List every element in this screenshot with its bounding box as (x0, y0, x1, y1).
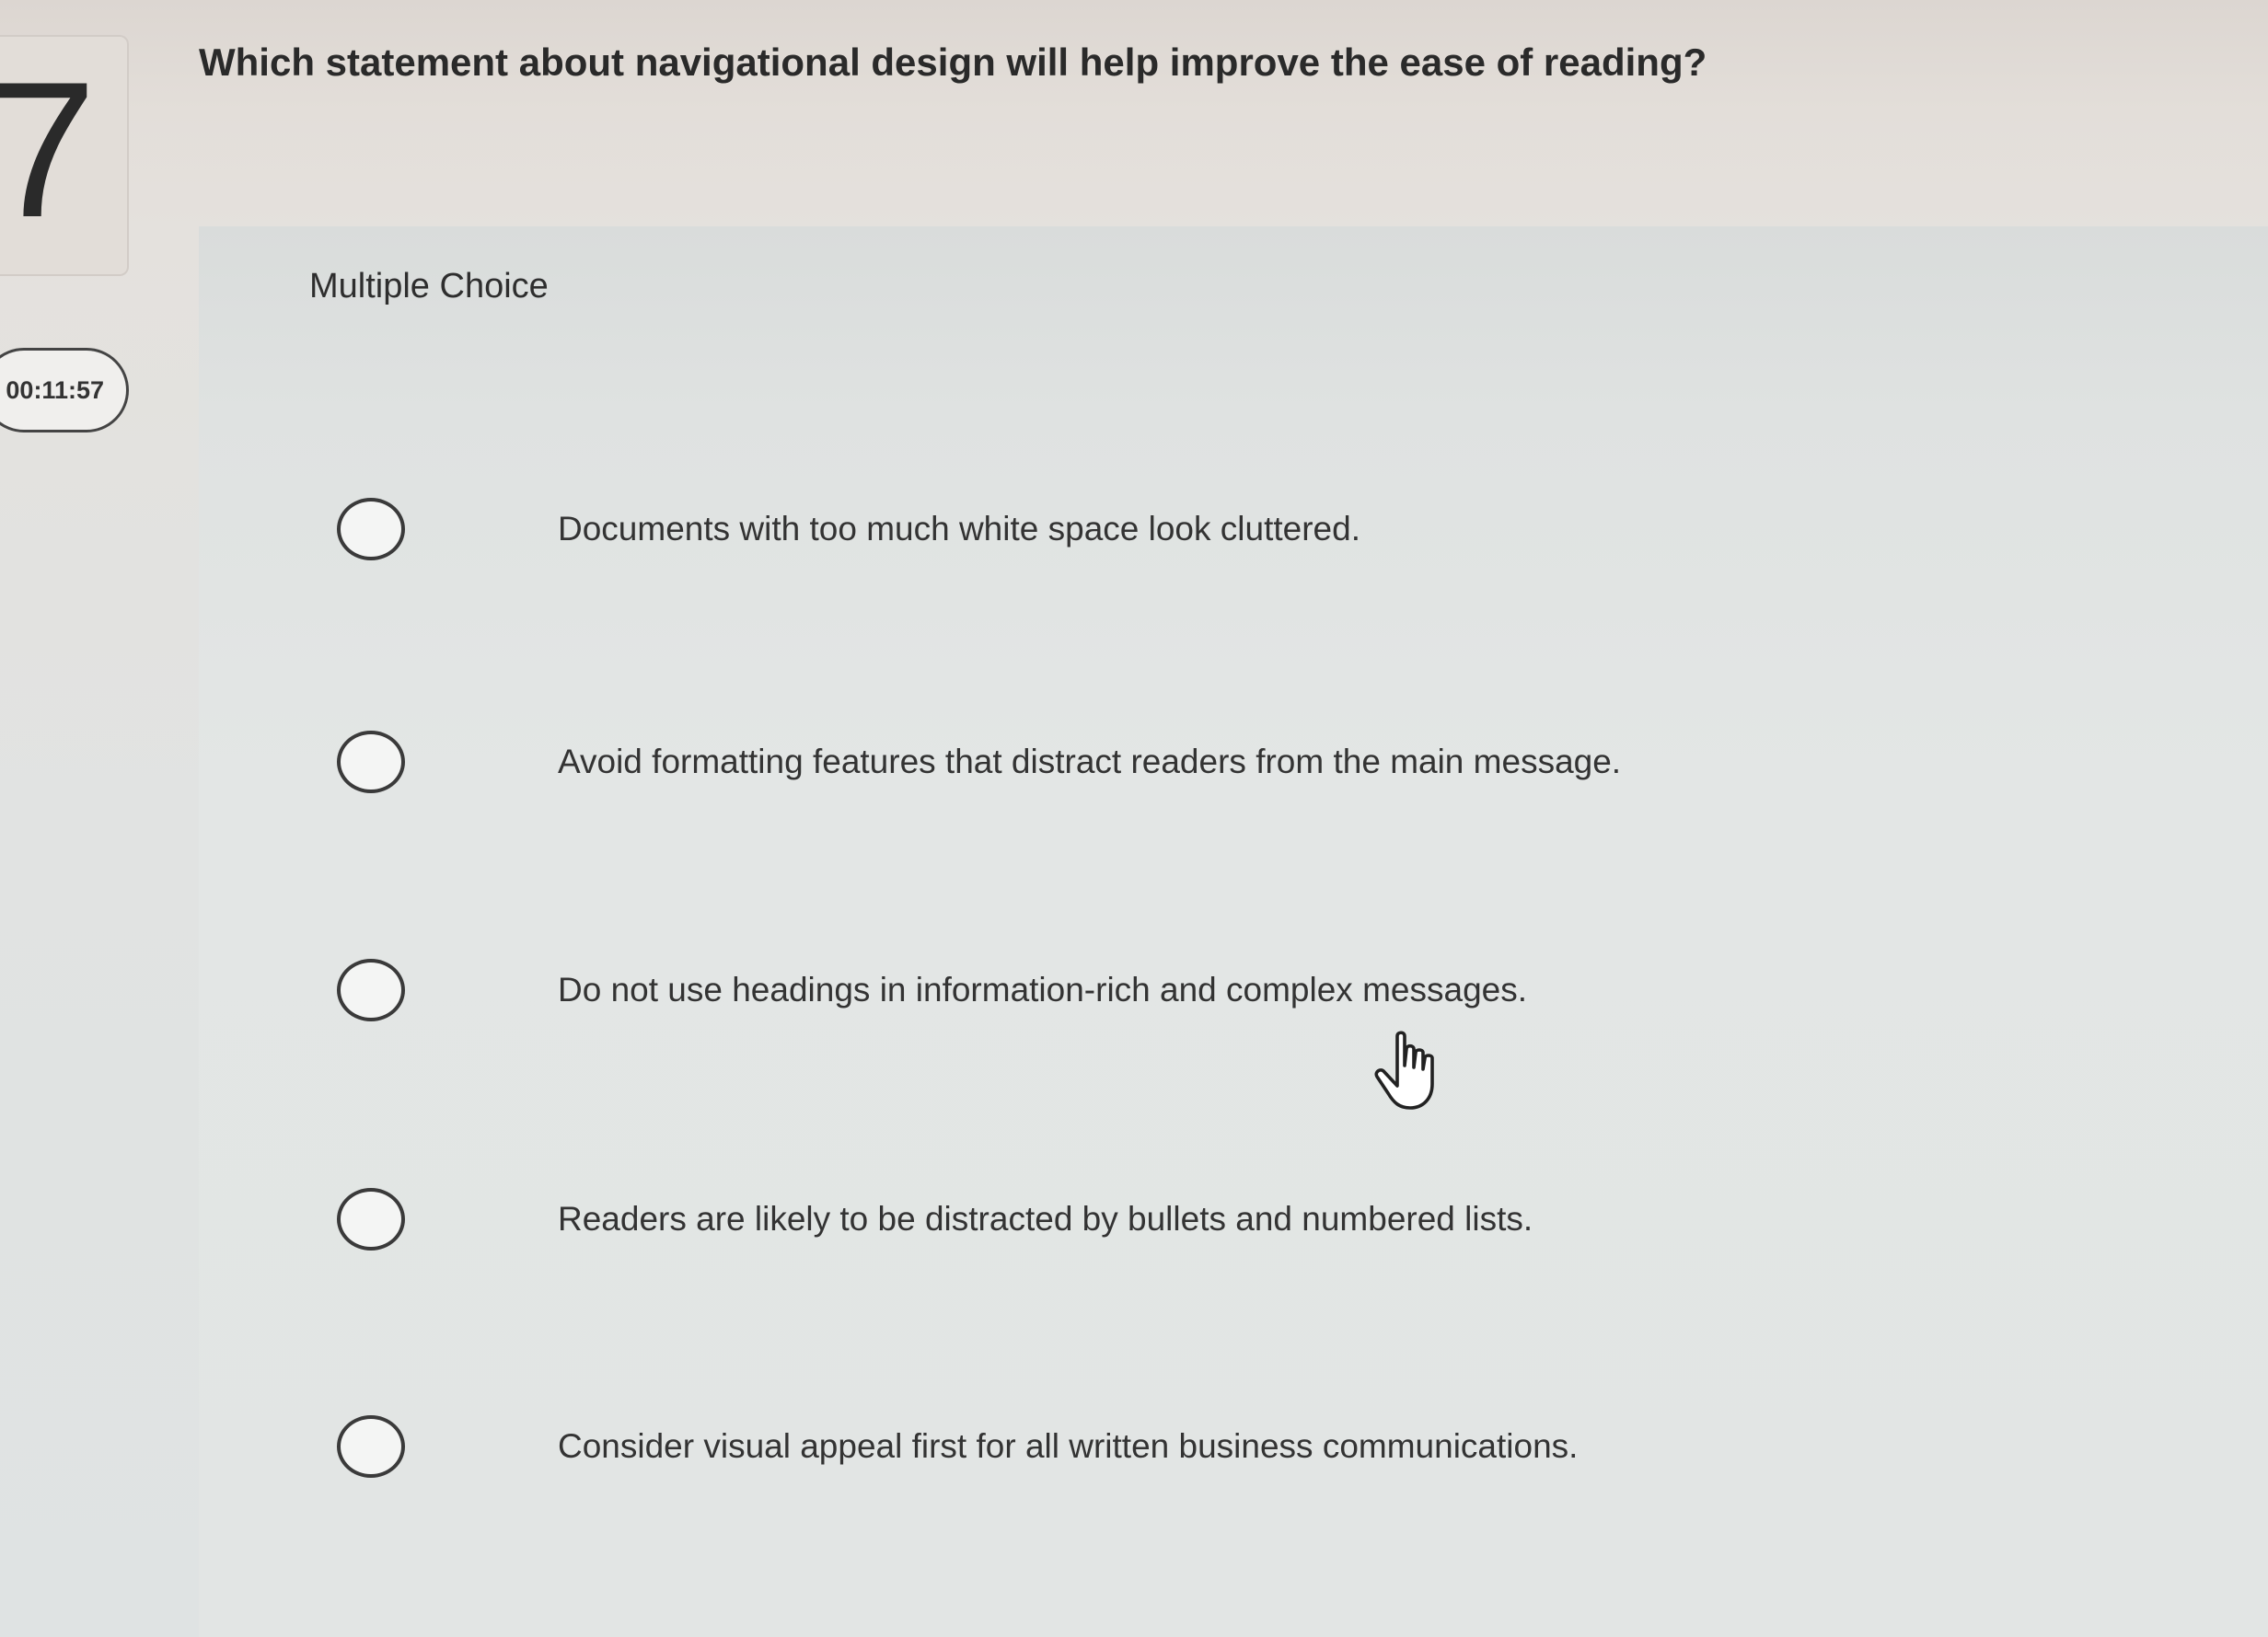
answer-option-1[interactable]: Documents with too much white space look… (337, 488, 2086, 571)
answer-option-label: Readers are likely to be distracted by b… (558, 1200, 1533, 1238)
radio-button[interactable] (337, 1415, 405, 1478)
question-type-label: Multiple Choice (309, 267, 549, 305)
answer-option-4[interactable]: Readers are likely to be distracted by b… (337, 1178, 2086, 1261)
timer-badge[interactable]: 00:11:57 (0, 348, 129, 432)
answer-option-label: Avoid formatting features that distract … (558, 743, 1622, 780)
answer-option-5[interactable]: Consider visual appeal first for all wri… (337, 1405, 2086, 1488)
radio-button[interactable] (337, 959, 405, 1021)
question-number: 7 (0, 41, 97, 258)
answer-option-label: Do not use headings in information-rich … (558, 971, 1528, 1009)
answer-option-label: Documents with too much white space look… (558, 510, 1360, 548)
radio-button[interactable] (337, 498, 405, 560)
radio-button[interactable] (337, 731, 405, 793)
timer-value: 00:11:57 (6, 375, 104, 404)
radio-button[interactable] (337, 1188, 405, 1251)
answer-option-3[interactable]: Do not use headings in information-rich … (337, 949, 2086, 1032)
hand-pointer-icon (1374, 1031, 1434, 1110)
answer-option-2[interactable]: Avoid formatting features that distract … (337, 721, 2086, 803)
answer-option-label: Consider visual appeal first for all wri… (558, 1427, 1579, 1465)
question-prompt: Which statement about navigational desig… (199, 40, 1707, 84)
